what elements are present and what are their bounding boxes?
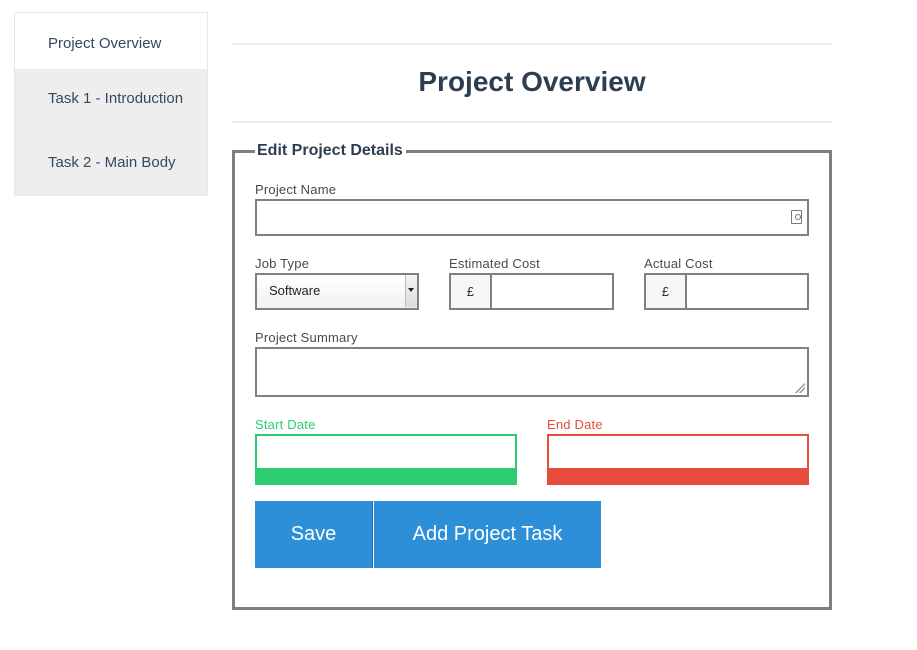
project-name-label: Project Name bbox=[255, 182, 337, 197]
start-date-input[interactable] bbox=[255, 434, 517, 485]
contact-card-icon bbox=[791, 210, 802, 224]
title-divider-top bbox=[232, 43, 832, 45]
estimated-cost-field[interactable]: £ bbox=[449, 273, 614, 310]
page-title: Project Overview bbox=[418, 66, 646, 97]
currency-symbol: £ bbox=[451, 275, 492, 308]
actual-cost-input[interactable] bbox=[687, 275, 807, 308]
project-summary-textarea[interactable] bbox=[255, 347, 809, 397]
end-date-label: End Date bbox=[547, 417, 603, 432]
estimated-cost-input[interactable] bbox=[492, 275, 612, 308]
actual-cost-field[interactable]: £ bbox=[644, 273, 809, 310]
job-type-select[interactable]: Software bbox=[255, 273, 419, 310]
end-date-input[interactable] bbox=[547, 434, 809, 485]
sidebar-item-task-1[interactable]: Task 1 - Introduction bbox=[15, 69, 207, 129]
sidebar-nav: Project Overview Task 1 - Introduction T… bbox=[14, 12, 208, 196]
estimated-cost-label: Estimated Cost bbox=[449, 256, 540, 271]
job-type-selected-value: Software bbox=[269, 283, 321, 298]
sidebar-item-task-2[interactable]: Task 2 - Main Body bbox=[15, 129, 207, 195]
add-project-task-button[interactable]: Add Project Task bbox=[374, 501, 601, 568]
panel-legend: Edit Project Details bbox=[257, 142, 403, 159]
sidebar-item-project-overview[interactable]: Project Overview bbox=[15, 13, 207, 69]
chevron-down-icon bbox=[405, 275, 417, 307]
title-divider-bottom bbox=[232, 121, 832, 123]
project-summary-label: Project Summary bbox=[255, 330, 358, 345]
currency-symbol: £ bbox=[646, 275, 687, 308]
start-date-label: Start Date bbox=[255, 417, 316, 432]
save-button[interactable]: Save bbox=[255, 501, 373, 568]
project-name-input[interactable] bbox=[255, 199, 809, 236]
job-type-label: Job Type bbox=[255, 256, 310, 271]
actual-cost-label: Actual Cost bbox=[644, 256, 713, 271]
resize-handle-icon[interactable] bbox=[795, 383, 805, 393]
